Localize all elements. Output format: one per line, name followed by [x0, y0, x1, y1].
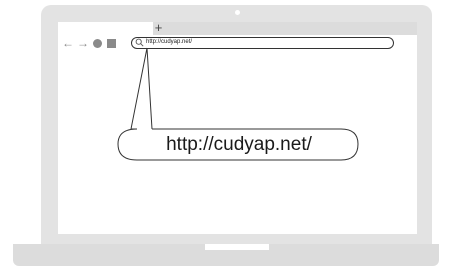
trackpad-notch	[205, 244, 269, 250]
laptop-illustration: + ← → http://cudyap.net/ http://cudyap.n…	[0, 0, 449, 270]
callout-url-text: http://cudyap.net/	[166, 134, 312, 155]
